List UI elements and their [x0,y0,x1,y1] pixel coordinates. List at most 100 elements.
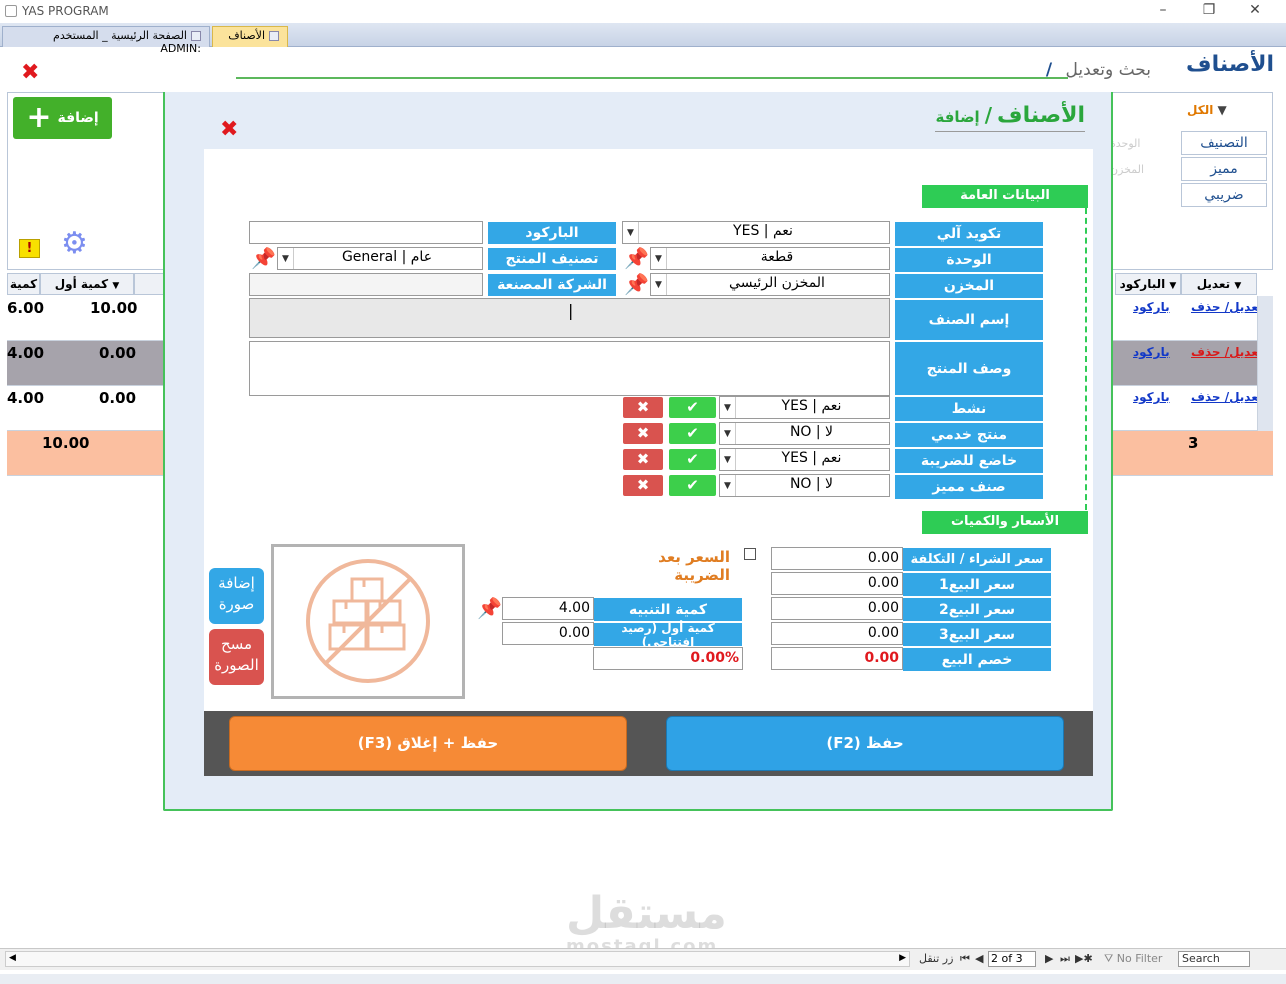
record-position-field[interactable]: 2 of 3 [988,951,1036,967]
chevron-down-icon: ▼ [651,248,667,269]
chevron-down-icon: ▼ [720,423,736,444]
store-select[interactable]: ▼ المخزن الرئيسي [650,273,890,296]
pin-icon[interactable]: 📌 [624,274,649,294]
row-selector-column[interactable] [1257,296,1273,431]
minimize-icon[interactable]: – [1148,2,1178,18]
qty-first-cell: 10.00 [90,299,138,317]
service-select[interactable]: ▼ لا | NO [719,422,890,445]
grid-header-edit: تعديل ▼ [1181,273,1257,295]
featured-select[interactable]: ▼ لا | NO [719,474,890,497]
taxable-no-button[interactable]: ✖ [623,449,663,470]
sale-price-2-input[interactable]: 0.00 [771,597,903,620]
first-record-icon[interactable]: ⏮ [960,952,970,966]
label-auto-code: تكويد آلي [894,221,1044,247]
taxable-select[interactable]: ▼ نعم | YES [719,448,890,471]
title-bar: YAS PROGRAM – ❐ ✕ [0,0,1286,23]
dialog-close-icon[interactable]: ✖ [220,117,238,142]
label-opening-quantity: كمية أول (رصيد إفتتاحي) [593,621,743,649]
new-record-icon[interactable]: ▶✱ [1075,952,1093,965]
label-store: المخزن [894,273,1044,299]
manufacturer-input[interactable] [249,273,483,296]
pin-icon[interactable]: 📌 [477,598,502,618]
add-item-button[interactable]: إضافة + [13,97,112,139]
active-no-button[interactable]: ✖ [623,397,663,418]
pin-icon[interactable]: 📌 [624,248,649,268]
cost-input[interactable]: 0.00 [771,547,903,570]
category-taxable[interactable]: ضريبي [1181,183,1267,207]
form-icon [269,31,279,41]
item-name-input[interactable]: | [249,298,890,338]
unit-select[interactable]: ▼ قطعة [650,247,890,270]
opening-quantity-input[interactable]: 0.00 [502,622,594,645]
item-description-input[interactable] [249,341,890,396]
category-featured[interactable]: مميز [1181,157,1267,181]
edit-delete-link[interactable]: تعديل/ حذف [1191,345,1263,359]
label-featured-item: صنف مميز [894,474,1044,500]
label-item-name: إسم الصنف [894,299,1044,341]
scroll-left-icon[interactable]: ◀ [9,953,16,963]
filter-icon: ⛛ [1104,952,1114,965]
sale-price-1-input[interactable]: 0.00 [771,572,903,595]
filter-icon: ▼ [1217,103,1227,117]
warning-icon[interactable]: ! [19,239,40,258]
pin-icon[interactable]: 📌 [251,248,276,268]
barcode-link[interactable]: باركود [1133,390,1170,404]
chevron-down-icon: ▼ [720,397,736,418]
gear-icon[interactable]: ⚙ [61,229,88,259]
scroll-right-icon[interactable]: ▶ [899,953,906,963]
label-product-category: تصنيف المنتج [487,247,617,271]
label-alert-quantity: كمية التنبيه [593,597,743,622]
edit-delete-link[interactable]: تعديل/ حذف [1191,300,1263,314]
alert-quantity-input[interactable]: 4.00 [502,597,594,620]
save-button[interactable]: حفظ (F2) [666,716,1064,771]
auto-code-select[interactable]: ▼ نعم | YES [622,221,890,244]
document-tabs: الصفحة الرئيسية _ المستخدم :ADMIN الأصنا… [0,23,1286,55]
search-input[interactable]: Search [1178,951,1250,967]
horizontal-scrollbar[interactable]: ◀ ▶ [5,951,910,967]
delete-image-button[interactable]: مسح الصورة [209,629,264,685]
active-yes-button[interactable]: ✔ [669,397,716,418]
barcode-link[interactable]: باركود [1133,300,1170,314]
featured-no-button[interactable]: ✖ [623,475,663,496]
close-window-icon[interactable]: ✕ [1240,2,1270,18]
barcode-link[interactable]: باركود [1133,345,1170,359]
price-after-tax-checkbox[interactable] [744,548,756,560]
sale-discount-input[interactable]: 0.00 [771,647,903,670]
active-select[interactable]: ▼ نعم | YES [719,396,890,419]
sale-price-3-input[interactable]: 0.00 [771,622,903,645]
tab-home[interactable]: الصفحة الرئيسية _ المستخدم :ADMIN [2,26,210,55]
sort-icon: ▼ [112,281,120,291]
qty-cell: 6.00 [7,299,45,317]
barcode-input[interactable] [249,221,483,244]
featured-yes-button[interactable]: ✔ [669,475,716,496]
taxable-yes-button[interactable]: ✔ [669,449,716,470]
category-select[interactable]: ▼ عام | General [277,247,483,270]
service-yes-button[interactable]: ✔ [669,423,716,444]
maximize-icon[interactable]: ❐ [1194,2,1224,18]
filter-all-button[interactable]: ▼ الكل [1187,103,1227,117]
add-image-button[interactable]: إضافة صورة [209,568,264,624]
prev-record-icon[interactable]: ◀ [975,952,983,965]
qty-cell: 4.00 [7,344,45,362]
no-filter-indicator[interactable]: ⛛ No Filter [1104,952,1162,966]
edit-delete-link[interactable]: تعديل/ حذف [1191,390,1263,404]
label-item-description: وصف المنتج [894,341,1044,396]
save-close-button[interactable]: حفظ + إغلاق (F3) [229,716,627,771]
faint-unit-header: الوحدة [1110,137,1141,150]
total-qty-first: 10.00 [42,434,90,452]
app-icon [5,5,17,17]
window-title: YAS PROGRAM [22,4,109,18]
tab-items[interactable]: الأصناف [212,26,288,47]
service-no-button[interactable]: ✖ [623,423,663,444]
last-record-icon[interactable]: ⏭ [1060,952,1070,966]
label-sale-price-3: سعر البيع3 [902,622,1052,647]
price-after-tax-label: السعر بعد الضريبة [658,548,730,584]
next-record-icon[interactable]: ▶ [1045,952,1053,965]
label-sale-discount: خصم البيع [902,647,1052,672]
sort-icon: ▼ [1234,281,1242,291]
qty-first-cell: 0.00 [99,344,137,362]
title-underline [236,77,1068,79]
total-count: 3 [1188,434,1199,452]
form-close-icon[interactable]: ✖ [21,60,39,85]
percent-display: 0.00% [593,647,743,670]
